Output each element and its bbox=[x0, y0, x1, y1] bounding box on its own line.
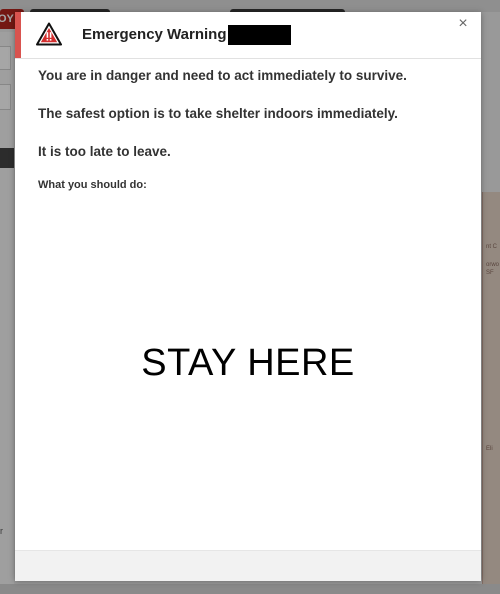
dialog-footer bbox=[15, 550, 481, 581]
warning-triangle-icon bbox=[36, 22, 62, 46]
action-instruction: STAY HERE bbox=[141, 342, 355, 384]
severity-accent-bar bbox=[15, 12, 21, 58]
close-button[interactable]: × bbox=[455, 16, 471, 32]
emergency-warning-dialog: Emergency Warning - × You are in danger … bbox=[15, 12, 481, 581]
dialog-title: Emergency Warning - bbox=[82, 26, 236, 43]
warning-message: It is too late to leave. bbox=[38, 144, 171, 159]
warning-message: You are in danger and need to act immedi… bbox=[38, 68, 407, 83]
warning-message: The safest option is to take shelter ind… bbox=[38, 106, 398, 121]
action-subheading: What you should do: bbox=[38, 179, 147, 191]
redacted-location bbox=[228, 25, 291, 45]
dialog-header: Emergency Warning - × bbox=[15, 12, 481, 59]
